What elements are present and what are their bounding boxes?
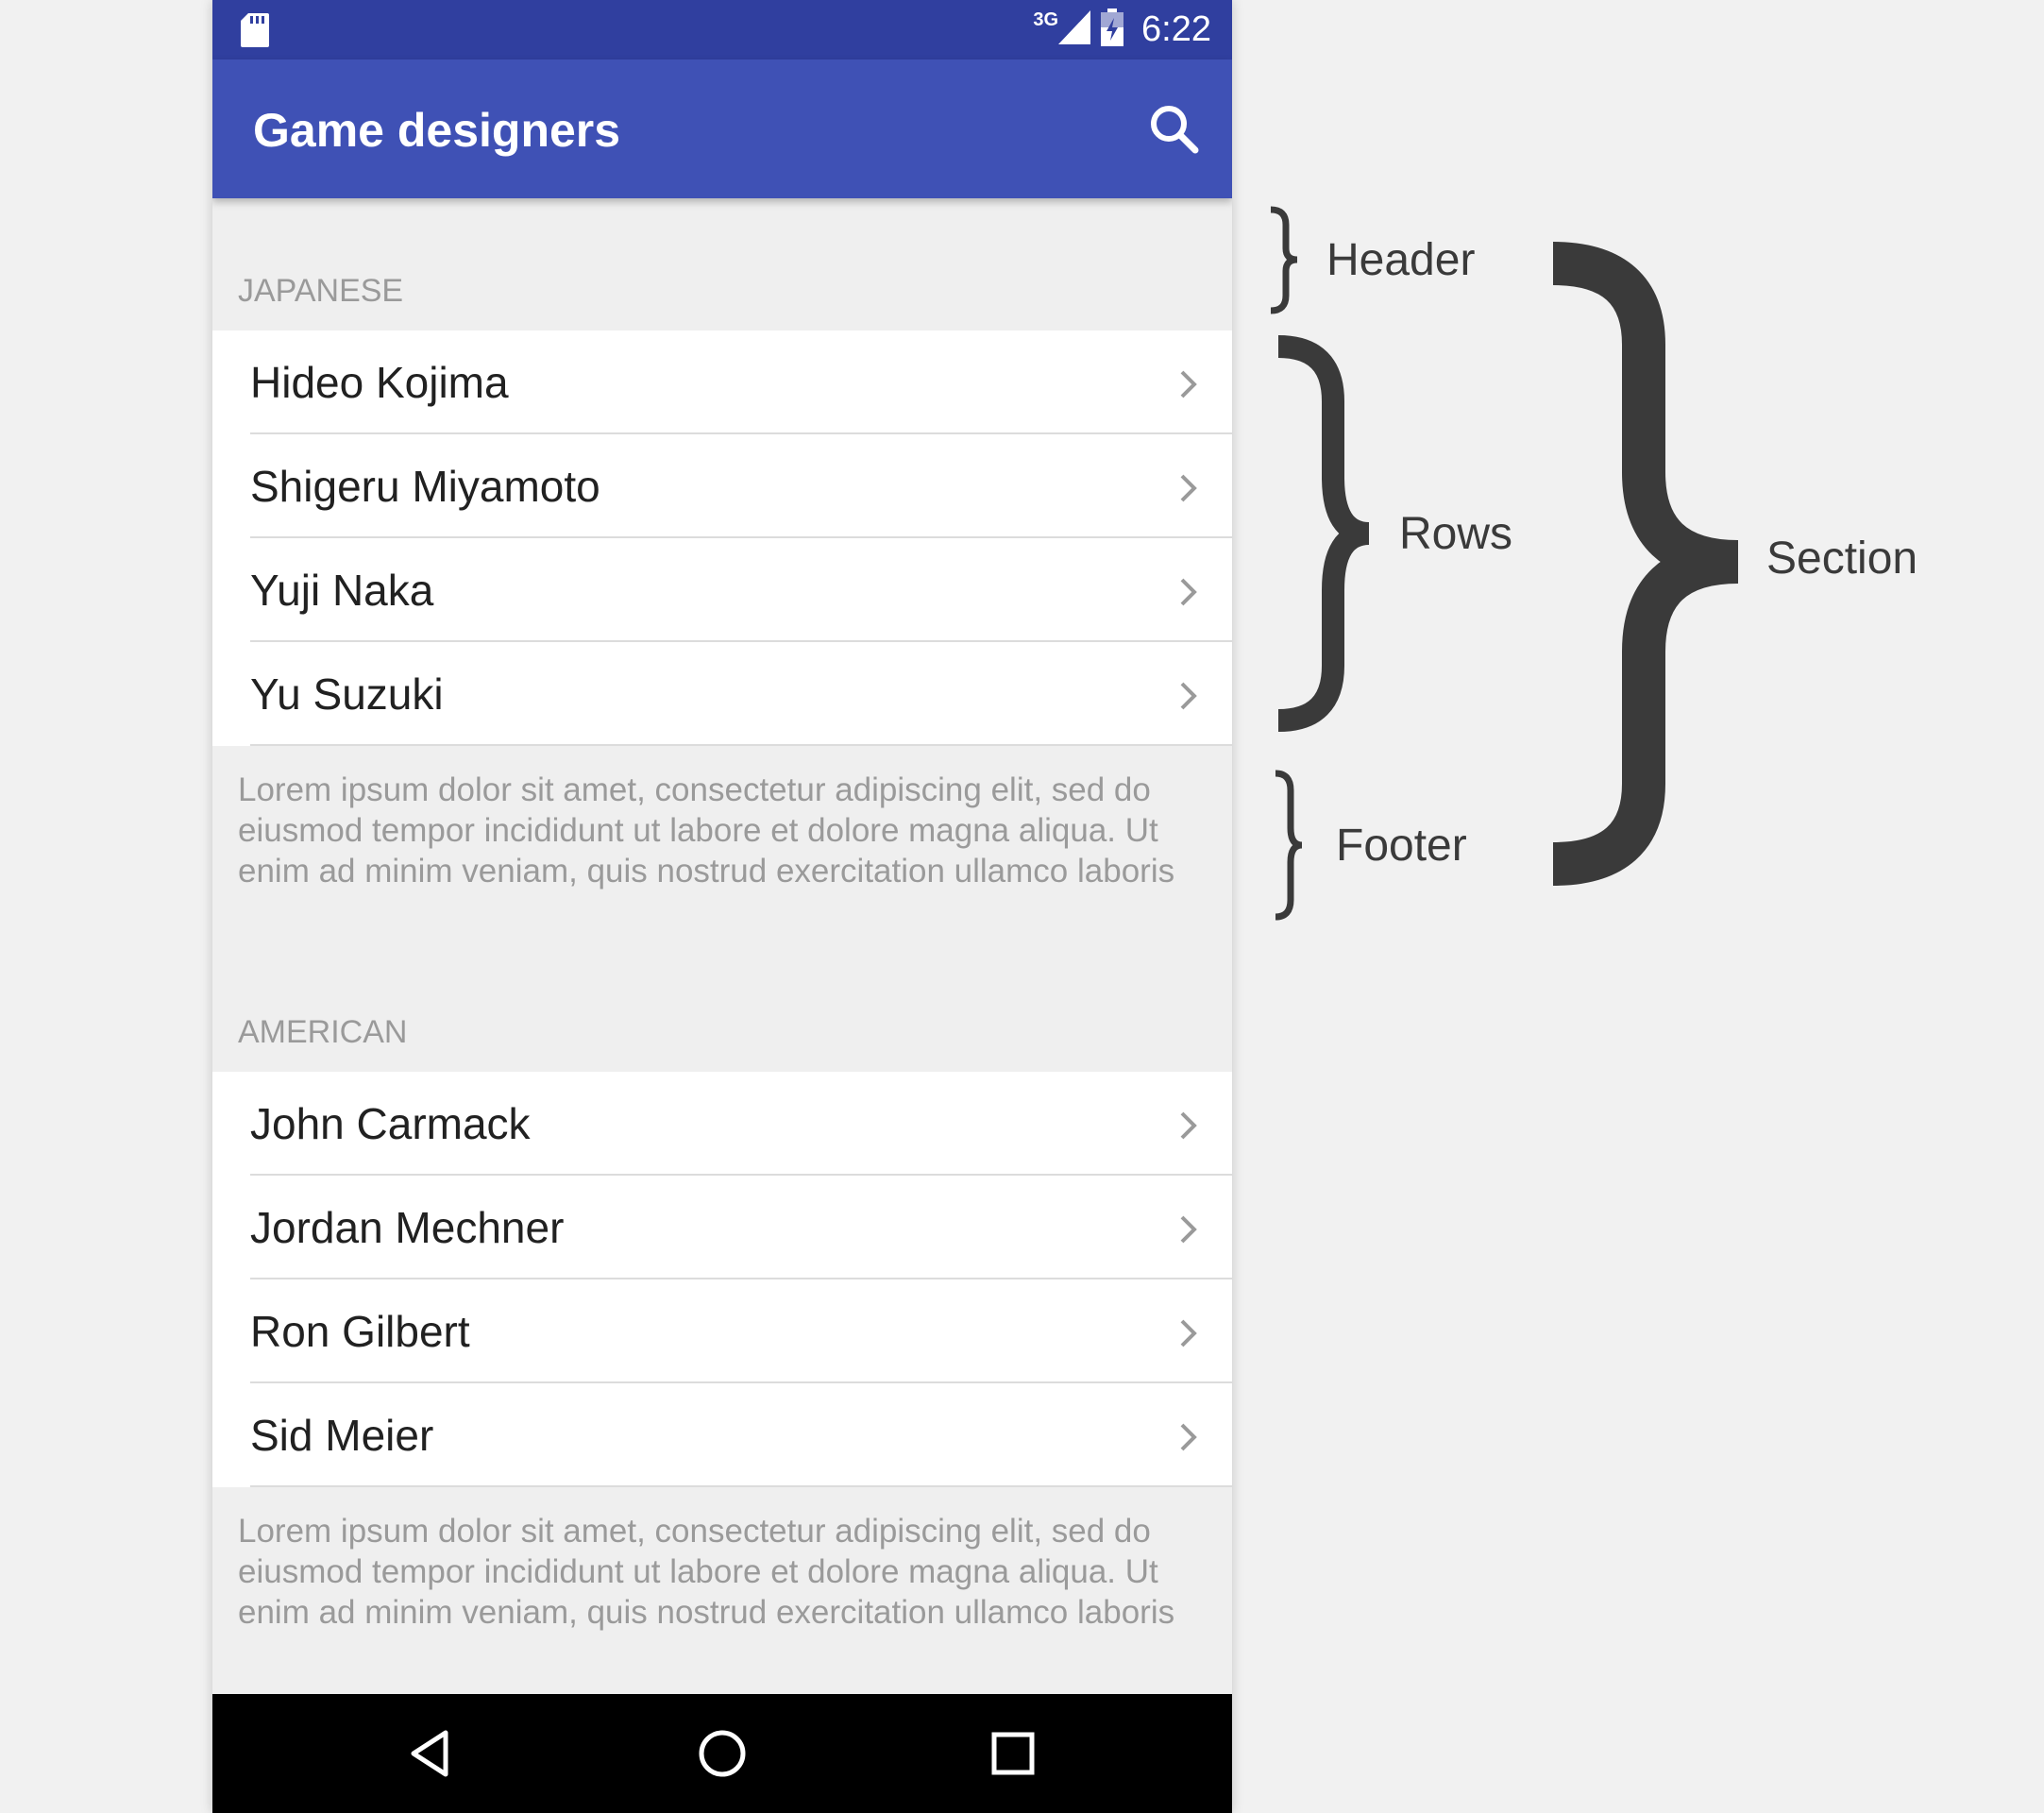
back-button[interactable] bbox=[404, 1725, 461, 1782]
home-icon bbox=[699, 1730, 746, 1777]
chevron-right-icon bbox=[1178, 472, 1199, 509]
row-label: Yu Suzuki bbox=[250, 669, 444, 719]
divider bbox=[250, 1485, 1232, 1487]
rows-annotation: Rows bbox=[1399, 509, 1513, 559]
clock: 6:22 bbox=[1141, 9, 1211, 49]
signal-icon bbox=[1058, 10, 1091, 49]
section-header-label: JAPANESE bbox=[238, 273, 404, 309]
recents-icon bbox=[991, 1732, 1035, 1775]
list-item[interactable]: Sid Meier bbox=[212, 1383, 1232, 1487]
rows-brace bbox=[1277, 335, 1370, 732]
navigation-bar bbox=[212, 1694, 1232, 1813]
list-item[interactable]: Yu Suzuki bbox=[212, 642, 1232, 746]
section-annotation: Section bbox=[1766, 534, 1918, 584]
battery-icon bbox=[1100, 8, 1124, 51]
section-footer: Lorem ipsum dolor sit amet, consectetur … bbox=[238, 1513, 1175, 1631]
section-header: AMERICAN bbox=[212, 940, 1232, 1072]
home-button[interactable] bbox=[694, 1725, 751, 1782]
status-bar: 3G 6:22 bbox=[212, 0, 1232, 59]
footer-annotation: Footer bbox=[1336, 821, 1467, 871]
chevron-right-icon bbox=[1178, 1317, 1199, 1354]
chevron-right-icon bbox=[1178, 1110, 1199, 1146]
list-item[interactable]: Ron Gilbert bbox=[212, 1279, 1232, 1383]
section-brace bbox=[1552, 242, 1739, 886]
phone-screen: 3G 6:22 Game designers JAPANESE Hideo Ko… bbox=[212, 0, 1232, 1813]
divider bbox=[250, 744, 1232, 746]
row-label: Shigeru Miyamoto bbox=[250, 462, 600, 511]
header-brace bbox=[1270, 206, 1298, 314]
network-type: 3G bbox=[1033, 9, 1059, 30]
sd-card-icon bbox=[241, 13, 269, 52]
section-header-label: AMERICAN bbox=[238, 1014, 408, 1050]
chevron-right-icon bbox=[1178, 680, 1199, 717]
row-label: Hideo Kojima bbox=[250, 358, 509, 407]
list-item[interactable]: Jordan Mechner bbox=[212, 1176, 1232, 1279]
row-label: John Carmack bbox=[250, 1099, 531, 1148]
chevron-right-icon bbox=[1178, 1213, 1199, 1250]
chevron-right-icon bbox=[1178, 368, 1199, 405]
page-title: Game designers bbox=[253, 104, 621, 157]
row-label: Sid Meier bbox=[250, 1411, 434, 1460]
row-label: Jordan Mechner bbox=[250, 1203, 565, 1252]
footer-brace bbox=[1275, 770, 1303, 921]
sectioned-list: JAPANESE Hideo Kojima Shigeru Miyamoto Y… bbox=[212, 198, 1232, 1681]
section-american: AMERICAN John Carmack Jordan Mechner Ron… bbox=[212, 940, 1232, 1681]
app-bar: Game designers bbox=[212, 59, 1232, 198]
row-label: Ron Gilbert bbox=[250, 1307, 470, 1356]
list-item[interactable]: Yuji Naka bbox=[212, 538, 1232, 642]
list-item[interactable]: Shigeru Miyamoto bbox=[212, 434, 1232, 538]
section-japanese: JAPANESE Hideo Kojima Shigeru Miyamoto Y… bbox=[212, 198, 1232, 940]
section-footer: Lorem ipsum dolor sit amet, consectetur … bbox=[238, 771, 1175, 890]
header-annotation: Header bbox=[1326, 235, 1476, 285]
list-item[interactable]: John Carmack bbox=[212, 1072, 1232, 1176]
search-icon bbox=[1151, 106, 1199, 154]
chevron-right-icon bbox=[1178, 1421, 1199, 1458]
section-header: JAPANESE bbox=[212, 198, 1232, 330]
search-button[interactable] bbox=[1142, 97, 1208, 163]
chevron-right-icon bbox=[1178, 576, 1199, 613]
list-item[interactable]: Hideo Kojima bbox=[212, 330, 1232, 434]
recents-button[interactable] bbox=[985, 1725, 1041, 1782]
back-icon bbox=[411, 1730, 448, 1777]
row-label: Yuji Naka bbox=[250, 566, 434, 615]
